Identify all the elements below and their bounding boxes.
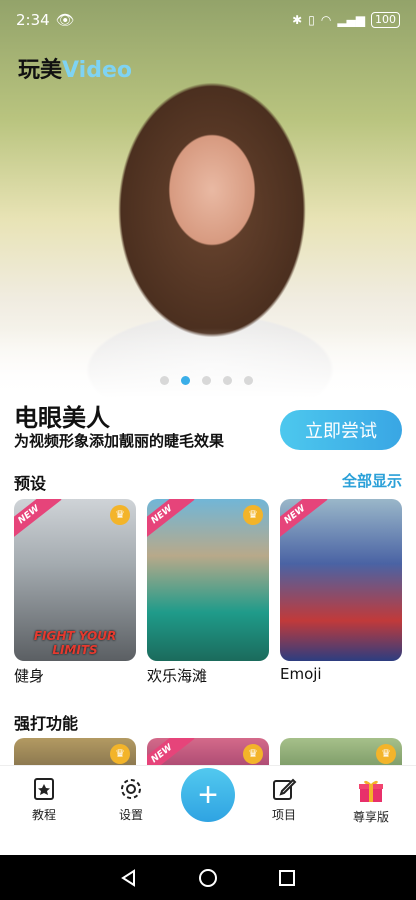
nav-label-projects: 项目 xyxy=(271,808,296,822)
crown-icon: ♛ xyxy=(376,744,396,764)
new-badge: NEW xyxy=(147,499,195,543)
preset-card-emoji[interactable]: NEW xyxy=(280,499,402,661)
card-caption: FIGHT YOUR LIMITS xyxy=(33,629,117,657)
features-title: 强打功能 xyxy=(14,714,79,733)
preset-label-fitness[interactable]: 健身 xyxy=(14,665,44,686)
edit-icon xyxy=(273,778,297,800)
presets-title: 预设 xyxy=(14,474,47,493)
nav-premium[interactable]: 尊享版 xyxy=(341,776,401,825)
carousel-dot[interactable] xyxy=(160,376,169,385)
app-logo: 玩美Video xyxy=(18,52,132,84)
carousel-indicator xyxy=(160,376,253,385)
nav-label-tutorial: 教程 xyxy=(31,808,56,822)
preset-label-beach[interactable]: 欢乐海滩 xyxy=(147,665,207,686)
carousel-dot[interactable] xyxy=(223,376,232,385)
carousel-dot[interactable] xyxy=(244,376,253,385)
eye-icon: 👁 xyxy=(55,11,75,29)
back-icon[interactable] xyxy=(119,868,139,888)
crown-icon: ♛ xyxy=(110,505,130,525)
nav-tutorial[interactable]: 教程 xyxy=(14,776,74,823)
preset-card-fitness[interactable]: NEW ♛ FIGHT YOUR LIMITS xyxy=(14,499,136,661)
nav-projects[interactable]: 项目 xyxy=(254,776,314,823)
preset-label-emoji[interactable]: Emoji xyxy=(280,665,322,683)
status-bar: 2:34 👁 ✱ ▯ ◠ ▂▄▆ 100 xyxy=(0,0,416,40)
wifi-icon: ◠ xyxy=(320,13,332,27)
see-all-link[interactable]: 全部显示 xyxy=(342,470,402,491)
nav-settings[interactable]: 设置 xyxy=(101,776,161,823)
recents-icon[interactable] xyxy=(277,868,297,888)
crown-icon: ♛ xyxy=(243,744,263,764)
carousel-dot[interactable] xyxy=(202,376,211,385)
preset-card-beach[interactable]: NEW ♛ xyxy=(147,499,269,661)
tutorial-icon xyxy=(34,778,54,800)
home-icon[interactable] xyxy=(198,868,218,888)
logo-text-en: Video xyxy=(62,58,132,83)
hero-fade xyxy=(0,328,416,398)
crown-icon: ♛ xyxy=(243,505,263,525)
battery-icon: 100 xyxy=(371,12,400,28)
new-badge: NEW xyxy=(280,499,328,543)
carousel-dot-active[interactable] xyxy=(181,376,190,385)
signal-icon: ▂▄▆ xyxy=(337,13,365,27)
status-time: 2:34 xyxy=(16,11,50,29)
system-nav-bar xyxy=(0,855,416,900)
create-plus-button[interactable]: + xyxy=(181,768,235,822)
bluetooth-icon: ✱ xyxy=(292,13,303,27)
new-badge: NEW xyxy=(14,499,62,543)
vibrate-icon: ▯ xyxy=(308,13,315,27)
nav-label-premium: 尊享版 xyxy=(352,810,389,824)
gift-icon xyxy=(359,780,383,802)
feature-title: 电眼美人 xyxy=(14,404,110,432)
logo-text-cn: 玩美 xyxy=(18,58,63,83)
feature-subtitle: 为视频形象添加靓丽的睫毛效果 xyxy=(14,432,225,450)
nav-label-settings: 设置 xyxy=(118,808,143,822)
try-now-button[interactable]: 立即尝试 xyxy=(280,410,402,450)
gear-icon xyxy=(121,779,141,799)
crown-icon: ♛ xyxy=(110,744,130,764)
